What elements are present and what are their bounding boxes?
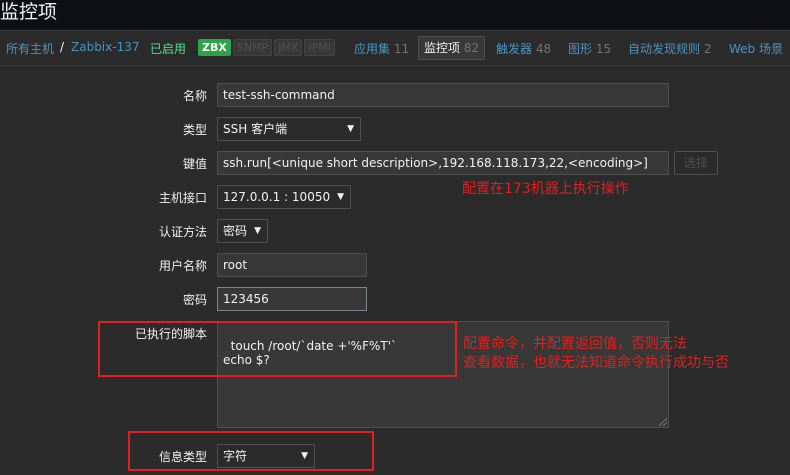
username-input[interactable]: root [217, 253, 367, 277]
tab-triggers[interactable]: 触发器 48 [496, 40, 551, 57]
tab-count: 15 [595, 42, 612, 56]
tab-count: 11 [393, 42, 410, 56]
breadcrumb-separator: / [60, 40, 65, 54]
tab-label: 图形 [568, 42, 593, 56]
auth-method-select[interactable]: 密码 ▼ [217, 219, 268, 243]
password-label: 密码 [182, 293, 207, 307]
type-selected-value: SSH 客户端 [223, 122, 288, 136]
password-input[interactable]: 123456 [217, 287, 367, 311]
dropdown-arrow-icon: ▼ [347, 124, 354, 134]
key-select-button[interactable]: 选择 [674, 151, 719, 175]
ipmi-availability-badge: IPMI [304, 39, 336, 56]
tab-applications[interactable]: 应用集 11 [354, 40, 409, 57]
host-interface-select[interactable]: 127.0.0.1 : 10050 ▼ [217, 185, 351, 209]
tab-discovery-rules[interactable]: 自动发现规则 2 [628, 40, 711, 57]
key-label: 键值 [182, 157, 207, 171]
host-status-enabled[interactable]: 已启用 [150, 40, 186, 57]
annotation-box-script [98, 321, 457, 377]
name-input[interactable]: test-ssh-command [217, 83, 669, 107]
tab-label: 触发器 [496, 42, 533, 56]
tab-count: 2 [703, 42, 712, 56]
username-label: 用户名称 [158, 259, 207, 273]
tab-label: 监控项 [424, 41, 461, 55]
key-input[interactable]: ssh.run[<unique short description>,192.1… [217, 151, 669, 175]
dropdown-arrow-icon: ▼ [254, 226, 261, 236]
annotation-box-info-type [128, 431, 374, 471]
auth-method-label: 认证方法 [158, 225, 207, 239]
tab-label: Web 场景 [729, 42, 783, 56]
type-label: 类型 [182, 123, 207, 137]
host-navigation: 所有主机 / Zabbix-137 已启用 ZBX SNMP JMX IPMI … [0, 31, 790, 66]
dropdown-arrow-icon: ▼ [337, 192, 344, 202]
page-header: 监控项 [0, 0, 790, 31]
tab-label: 应用集 [354, 42, 391, 56]
jmx-availability-badge: JMX [274, 39, 303, 56]
tab-web-scenarios[interactable]: Web 场景 [729, 40, 783, 57]
snmp-availability-badge: SNMP [232, 39, 273, 56]
host-interface-selected-value: 127.0.0.1 : 10050 [223, 190, 331, 204]
zbx-availability-badge: ZBX [198, 39, 231, 56]
tab-items[interactable]: 监控项 82 [418, 36, 486, 60]
type-select[interactable]: SSH 客户端 ▼ [217, 117, 361, 141]
host-link[interactable]: Zabbix-137 [71, 40, 139, 54]
availability-indicators: ZBX SNMP JMX IPMI [198, 39, 336, 56]
tab-label: 自动发现规则 [628, 42, 701, 56]
annotation-note-script-line2: 查看数据，也就无法知道命令执行成功与否 [463, 355, 729, 371]
host-interface-label: 主机接口 [158, 191, 207, 205]
all-hosts-link[interactable]: 所有主机 [6, 40, 54, 57]
page-title: 监控项 [0, 1, 58, 23]
tab-graphs[interactable]: 图形 15 [568, 40, 611, 57]
name-label: 名称 [182, 89, 207, 103]
tab-count: 82 [463, 41, 480, 55]
tab-count: 48 [535, 42, 552, 56]
annotation-note-173: 配置在173机器上执行操作 [462, 181, 629, 197]
annotation-note-script-line1: 配置命令，并配置返回值，否则无法 [463, 336, 687, 352]
auth-method-selected-value: 密码 [223, 224, 248, 238]
resize-handle-icon[interactable] [659, 418, 667, 426]
